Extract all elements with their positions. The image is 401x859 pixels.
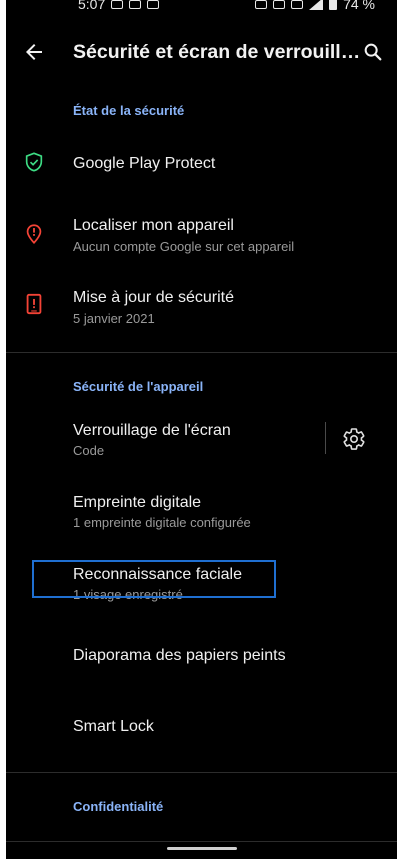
item-subtitle: Code [73,443,105,458]
item-title: Empreinte digitale [73,494,202,511]
settings-item-play-protect[interactable]: Google Play Protect [6,140,397,186]
search-icon[interactable] [362,41,384,63]
settings-item-smart-lock[interactable]: Smart Lock [6,699,397,757]
section-header-privacy: Confidentialité [73,799,164,814]
app-bar: Sécurité et écran de verrouill… [6,30,397,76]
status-time: 5:07 [78,0,106,12]
item-title: Google Play Protect [73,155,216,172]
item-subtitle: 5 janvier 2021 [73,311,155,326]
location-pin-alert-icon [26,224,42,244]
section-header-device-security: Sécurité de l'appareil [73,379,204,394]
item-title: Localiser mon appareil [73,217,234,234]
section-divider [6,772,397,773]
item-title: Mise à jour de sécurité [73,289,234,306]
item-title: Verrouillage de l'écran [73,422,231,439]
status-left: 5:07 [78,0,160,12]
nfc-icon [273,0,286,9]
battery-level: 74 % [343,0,375,12]
status-bar: 5:07 74 % [6,0,397,20]
arrow-left-icon[interactable] [22,40,46,64]
gesture-nav-handle[interactable] [167,847,237,850]
section-divider [6,352,397,353]
settings-notification-icon [129,0,142,9]
settings-item-find-device[interactable]: Localiser mon appareil Aucun compte Goog… [6,206,397,266]
settings-item-wallpaper-slideshow[interactable]: Diaporama des papiers peints [6,627,397,685]
wifi-icon [291,0,304,9]
vertical-divider [325,422,326,454]
item-title: Diaporama des papiers peints [73,647,286,664]
settings-item-security-update[interactable]: Mise à jour de sécurité 5 janvier 2021 [6,278,397,338]
focus-highlight [32,560,276,598]
item-subtitle: Aucun compte Google sur cet appareil [73,239,295,254]
mail-notification-icon [147,0,160,9]
shield-check-icon [25,152,43,172]
section-header-security-state: État de la sécurité [73,103,185,118]
item-title: Smart Lock [73,718,154,735]
alarm-icon [255,0,268,9]
signal-icon [309,0,324,10]
settings-screen: 5:07 74 % Sécurité et écran de verrouill… [6,0,397,859]
phone-alert-icon [26,293,42,315]
page-title: Sécurité et écran de verrouill… [73,41,361,63]
gear-icon[interactable] [342,427,366,451]
item-subtitle: 1 empreinte digitale configurée [73,515,251,530]
settings-item-fingerprint[interactable]: Empreinte digitale 1 empreinte digitale … [6,483,397,541]
battery-icon [329,0,338,10]
status-right: 74 % [255,0,375,12]
settings-item-screen-lock[interactable]: Verrouillage de l'écran Code [6,411,397,469]
gallery-notification-icon [111,0,124,9]
bottom-divider [6,841,397,842]
